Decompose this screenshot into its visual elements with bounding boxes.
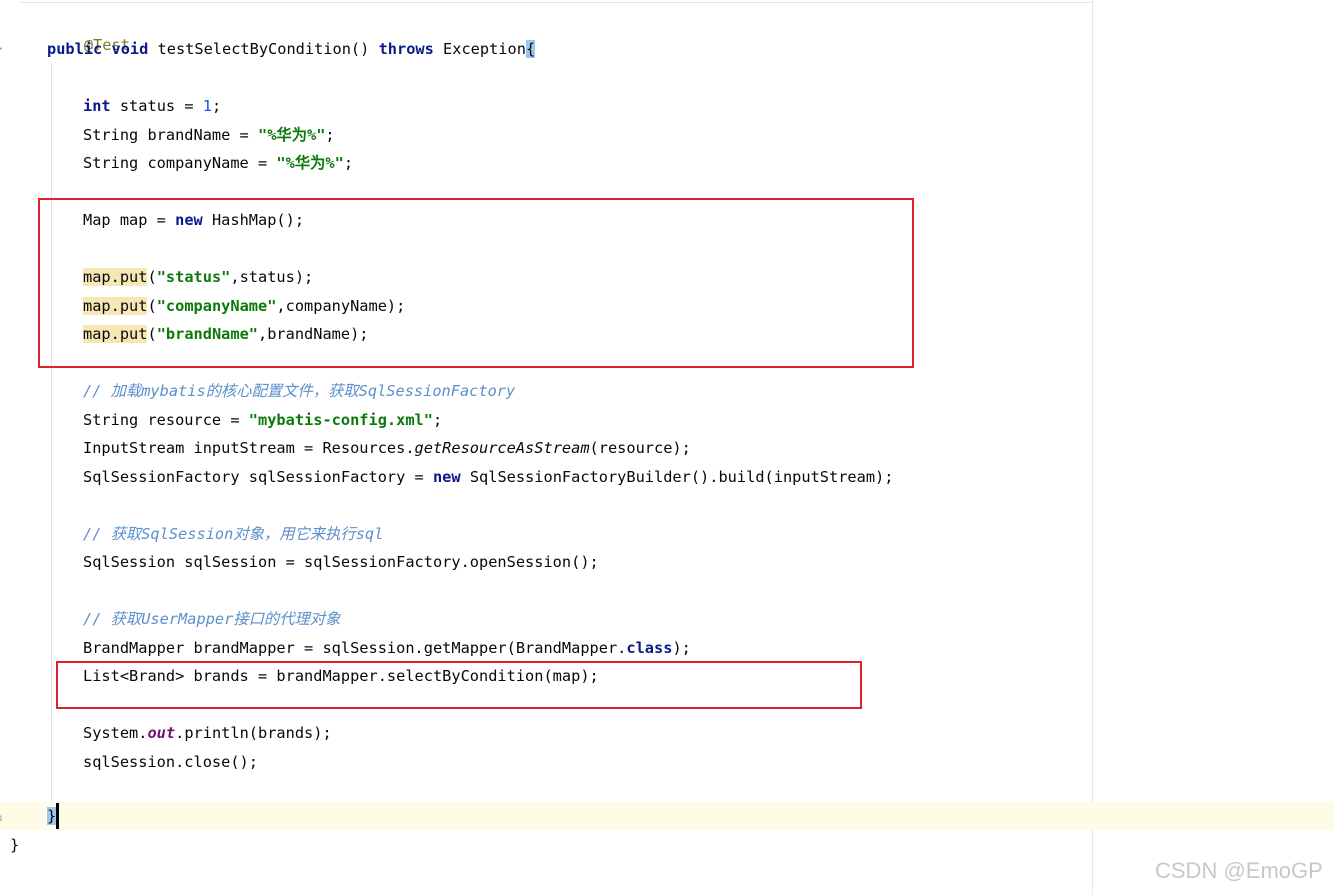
code-text: SqlSessionFactoryBuilder().build(inputSt… xyxy=(460,468,894,486)
code-line: sqlSession.close(); xyxy=(83,753,258,771)
code-line: } xyxy=(10,836,20,854)
matched-brace: { xyxy=(525,40,536,58)
editor-top-border xyxy=(20,2,1092,3)
keyword-class: class xyxy=(626,639,673,657)
code-text: SqlSessionFactory sqlSessionFactory = xyxy=(83,468,433,486)
code-line: } xyxy=(47,804,57,828)
keyword-int: int xyxy=(83,97,111,115)
method-name: testSelectByCondition() xyxy=(148,40,379,58)
watermark: CSDN @EmoGP xyxy=(1155,858,1323,883)
code-text: ; xyxy=(343,154,354,172)
code-text: ; xyxy=(325,126,335,144)
code-line: SqlSession sqlSession = sqlSessionFactor… xyxy=(83,553,599,571)
keyword-throws: throws xyxy=(378,40,434,58)
highlight-box-select xyxy=(56,661,862,709)
string-literal: "%华为%" xyxy=(276,154,344,172)
keyword-public: public xyxy=(47,40,103,58)
code-editor[interactable]: ⊳ ⌂ @Test public void testSelectByCondit… xyxy=(0,0,1334,895)
code-text: ); xyxy=(672,639,691,657)
static-method: getResourceAsStream xyxy=(414,439,590,457)
code-text: String companyName = xyxy=(83,154,277,172)
code-line: String companyName = "%华为%"; xyxy=(83,151,353,175)
right-margin-guide xyxy=(1092,0,1093,895)
exception-type: Exception xyxy=(433,40,526,58)
code-line: SqlSessionFactory sqlSessionFactory = ne… xyxy=(83,465,893,489)
code-comment: // 获取SqlSession对象，用它来执行sql xyxy=(83,525,384,543)
static-field: out xyxy=(147,724,176,742)
code-line: String resource = "mybatis-config.xml"; xyxy=(83,408,442,432)
code-line: @Test xyxy=(47,9,130,54)
string-literal: "%华为%" xyxy=(257,126,326,144)
code-text: ; xyxy=(211,97,222,115)
code-line: public void testSelectByCondition() thro… xyxy=(47,37,536,61)
number-literal: 1 xyxy=(202,97,212,115)
code-line: BrandMapper brandMapper = sqlSession.get… xyxy=(83,636,691,660)
current-line-highlight xyxy=(0,802,1334,830)
code-comment: // 加载mybatis的核心配置文件，获取SqlSessionFactory xyxy=(83,382,516,400)
highlight-box-map xyxy=(38,198,914,368)
keyword-new: new xyxy=(432,468,461,486)
code-line: String brandName = "%华为%"; xyxy=(83,123,335,147)
code-text: String resource = xyxy=(83,411,249,429)
code-text: status = xyxy=(110,97,203,115)
indent-guide xyxy=(51,64,52,802)
code-text: ; xyxy=(432,411,443,429)
code-line: InputStream inputStream = Resources.getR… xyxy=(83,436,691,460)
code-text: InputStream inputStream = Resources. xyxy=(83,439,415,457)
text-caret xyxy=(56,803,59,829)
code-line: int status = 1; xyxy=(83,94,221,118)
keyword-void: void xyxy=(111,40,149,58)
run-test-gutter-icon[interactable]: ⊳ xyxy=(0,42,8,56)
code-comment: // 获取UserMapper接口的代理对象 xyxy=(83,610,341,628)
string-literal: "mybatis-config.xml" xyxy=(248,411,433,429)
code-line: System.out.println(brands); xyxy=(83,721,332,745)
code-text: String brandName = xyxy=(83,126,258,144)
code-text: .println(brands); xyxy=(175,724,332,742)
code-text: System. xyxy=(83,724,148,742)
code-text: (resource); xyxy=(589,439,691,457)
matched-brace: } xyxy=(47,807,57,825)
code-text: BrandMapper brandMapper = sqlSession.get… xyxy=(83,639,627,657)
fold-gutter-icon[interactable]: ⌂ xyxy=(0,810,8,824)
